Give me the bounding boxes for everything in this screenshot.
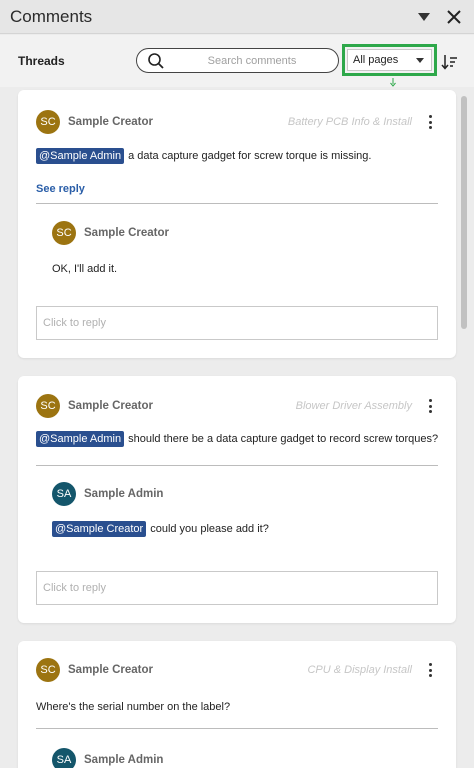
avatar: SA xyxy=(52,482,76,506)
comment-page-link[interactable]: Blower Driver Assembly xyxy=(296,400,412,412)
comment-author: Sample Creator xyxy=(68,400,154,412)
search-input[interactable] xyxy=(177,52,327,70)
reply-text: @Sample Creator could you please add it? xyxy=(52,521,269,537)
comments-toolbar: Threads All pages xyxy=(0,35,474,87)
comment-page-link[interactable]: CPU & Display Install xyxy=(307,664,412,676)
avatar: SC xyxy=(36,394,60,418)
close-icon xyxy=(447,9,461,24)
scrollbar-thumb[interactable] xyxy=(461,96,467,329)
sort-icon xyxy=(441,55,457,70)
divider xyxy=(36,203,438,204)
search-box[interactable] xyxy=(136,48,339,73)
avatar: SC xyxy=(36,110,60,134)
arrow-down-icon xyxy=(390,78,396,87)
collapse-button[interactable] xyxy=(412,5,436,29)
chevron-down-icon xyxy=(416,58,424,63)
close-button[interactable] xyxy=(442,5,466,29)
divider xyxy=(36,728,438,729)
comment-author: Sample Creator xyxy=(68,664,154,676)
reply-body: OK, I'll add it. xyxy=(52,263,118,275)
comment-thread: SC Sample Creator Battery PCB Info & Ins… xyxy=(18,90,456,358)
sort-button[interactable] xyxy=(441,53,459,71)
reply-author: Sample Admin xyxy=(84,754,164,766)
reply-body: could you please add it? xyxy=(150,523,269,535)
comment-body: a data capture gadget for screw torque i… xyxy=(128,150,372,162)
pages-filter-dropdown[interactable]: All pages xyxy=(347,49,432,71)
comment-text: @Sample Admin should there be a data cap… xyxy=(36,431,438,447)
comment-author: Sample Creator xyxy=(68,116,154,128)
avatar: SC xyxy=(52,221,76,245)
pages-filter-highlight: All pages xyxy=(342,44,437,76)
more-options-button[interactable] xyxy=(424,397,436,415)
comment-body: should there be a data capture gadget to… xyxy=(128,433,439,445)
mention-tag[interactable]: @Sample Admin xyxy=(36,148,125,164)
panel-title: Comments xyxy=(10,6,93,26)
avatar: SC xyxy=(36,658,60,682)
threads-list[interactable]: SC Sample Creator Battery PCB Info & Ins… xyxy=(0,87,474,768)
threads-label: Threads xyxy=(18,54,65,68)
reply-author: Sample Admin xyxy=(84,488,164,500)
reply-text: OK, I'll add it. xyxy=(52,263,117,275)
comment-page-link[interactable]: Battery PCB Info & Install xyxy=(288,116,412,128)
triangle-down-icon xyxy=(418,12,430,21)
more-options-button[interactable] xyxy=(424,661,436,679)
mention-tag[interactable]: @Sample Creator xyxy=(52,521,147,537)
comment-text: @Sample Admin a data capture gadget for … xyxy=(36,148,371,164)
pages-filter-value: All pages xyxy=(353,54,399,66)
avatar: SA xyxy=(52,748,76,768)
see-reply-link[interactable]: See reply xyxy=(36,183,85,195)
search-icon xyxy=(148,53,164,69)
panel-titlebar: Comments xyxy=(0,0,474,34)
more-options-button[interactable] xyxy=(424,113,436,131)
comment-thread: SC Sample Creator Blower Driver Assembly… xyxy=(18,376,456,623)
comment-thread: SC Sample Creator CPU & Display Install … xyxy=(18,641,456,768)
reply-input[interactable] xyxy=(36,306,438,340)
comment-body: Where's the serial number on the label? xyxy=(36,701,231,713)
reply-author: Sample Creator xyxy=(84,227,170,239)
comment-text: Where's the serial number on the label? xyxy=(36,701,230,713)
mention-tag[interactable]: @Sample Admin xyxy=(36,431,125,447)
divider xyxy=(36,465,438,466)
reply-input[interactable] xyxy=(36,571,438,605)
